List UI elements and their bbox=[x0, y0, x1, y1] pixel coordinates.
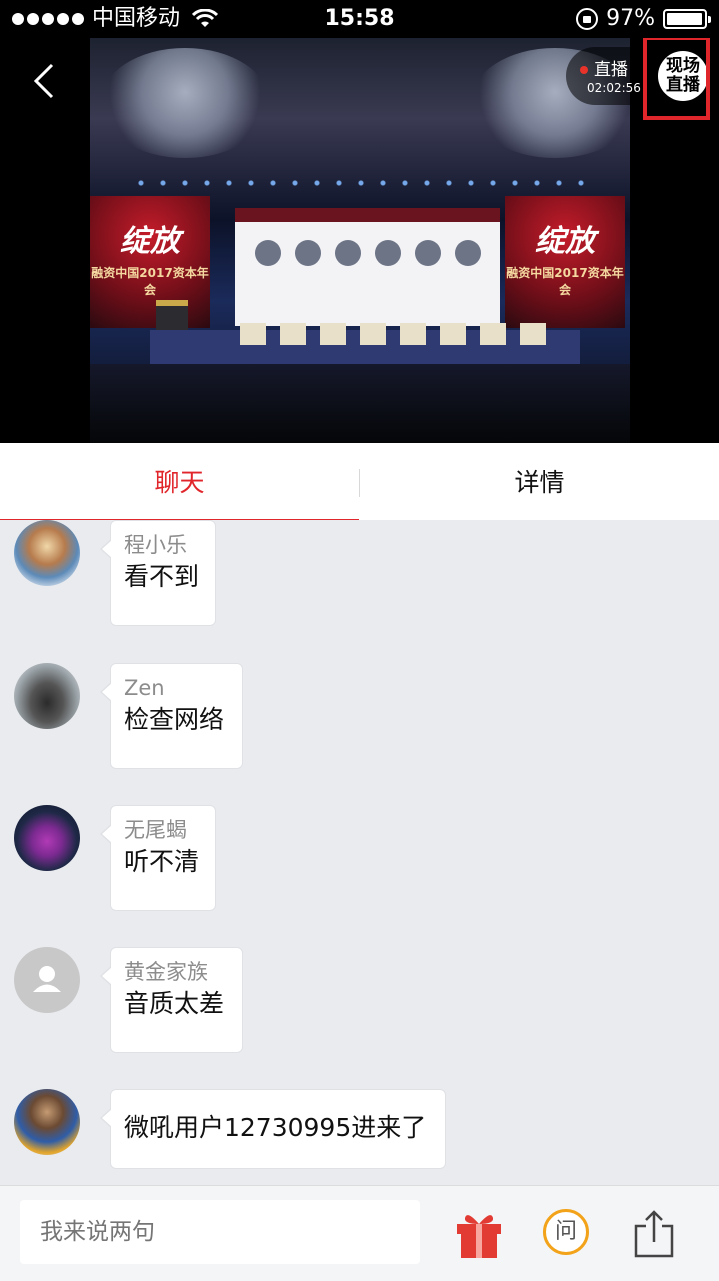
banner-brand: 绽放 bbox=[535, 224, 595, 259]
stage-chairs bbox=[240, 323, 560, 345]
message-bubble: Zen 检查网络 bbox=[100, 663, 243, 769]
audience-area bbox=[90, 364, 630, 443]
message-bubble: 程小乐 看不到 bbox=[100, 520, 216, 626]
message-text: 听不清 bbox=[124, 847, 200, 876]
screen-header bbox=[235, 208, 500, 222]
message-bubble: 黄金家族 音质太差 bbox=[100, 947, 243, 1053]
status-bar: 中国移动 15:58 97% bbox=[0, 0, 719, 38]
user-avatar[interactable] bbox=[14, 805, 80, 871]
stage-screen bbox=[235, 208, 500, 326]
user-avatar[interactable] bbox=[14, 1089, 80, 1155]
stage-banner-right: 绽放 融资中国2017资本年会 bbox=[505, 196, 625, 328]
message-text: 微吼用户12730995进来了 bbox=[124, 1113, 427, 1142]
message-username: 程小乐 bbox=[124, 533, 187, 557]
message-username: 黄金家族 bbox=[124, 960, 208, 984]
chat-list[interactable]: 程小乐 看不到 Zen 检查网络 无尾蝎 听不清 黄金家族 音质太差 微吼用户1… bbox=[0, 520, 719, 1185]
user-avatar[interactable] bbox=[14, 520, 80, 586]
message-text: 音质太差 bbox=[124, 989, 225, 1018]
banner-subtitle: 融资中国2017资本年会 bbox=[506, 266, 624, 297]
ask-question-button[interactable]: 问 bbox=[543, 1209, 589, 1255]
message-bubble: 微吼用户12730995进来了 bbox=[100, 1089, 446, 1169]
person-icon bbox=[33, 966, 61, 992]
live-label: 直播 bbox=[594, 60, 628, 80]
share-icon[interactable] bbox=[628, 1206, 680, 1260]
bottom-action-bar: 问 bbox=[0, 1185, 719, 1281]
live-dot-icon bbox=[580, 66, 588, 74]
banner-brand: 绽放 bbox=[120, 224, 180, 259]
battery-percent: 97% bbox=[606, 6, 655, 31]
battery-level bbox=[667, 13, 702, 25]
highlight-annotation bbox=[643, 38, 710, 120]
message-username: Zen bbox=[124, 676, 165, 700]
gift-icon[interactable] bbox=[453, 1206, 505, 1260]
speaker-photos bbox=[235, 240, 500, 266]
tab-bar: 聊天 详情 bbox=[0, 443, 719, 521]
message-username: 无尾蝎 bbox=[124, 818, 187, 842]
live-duration: 02:02:56 bbox=[587, 81, 641, 95]
battery-icon bbox=[663, 9, 711, 29]
conference-stage-image: 绽放 融资中国2017资本年会 绽放 融资中国2017资本年会 bbox=[90, 38, 640, 443]
default-avatar[interactable] bbox=[14, 947, 80, 1013]
stage-banner-left: 绽放 融资中国2017资本年会 bbox=[90, 196, 210, 328]
comment-input[interactable] bbox=[20, 1200, 420, 1264]
chandelier-left bbox=[100, 48, 270, 158]
back-arrow-icon[interactable] bbox=[28, 63, 64, 99]
message-text: 看不到 bbox=[124, 562, 200, 591]
tab-chat[interactable]: 聊天 bbox=[0, 443, 359, 520]
stage-lights bbox=[130, 178, 590, 188]
banner-subtitle: 融资中国2017资本年会 bbox=[91, 266, 209, 297]
message-text: 检查网络 bbox=[124, 705, 225, 734]
tab-details[interactable]: 详情 bbox=[360, 443, 719, 520]
live-video-player[interactable]: 绽放 融资中国2017资本年会 绽放 融资中国2017资本年会 直播 02:02… bbox=[0, 38, 719, 443]
user-avatar[interactable] bbox=[14, 663, 80, 729]
message-bubble: 无尾蝎 听不清 bbox=[100, 805, 216, 911]
rotation-lock-icon bbox=[576, 8, 599, 30]
